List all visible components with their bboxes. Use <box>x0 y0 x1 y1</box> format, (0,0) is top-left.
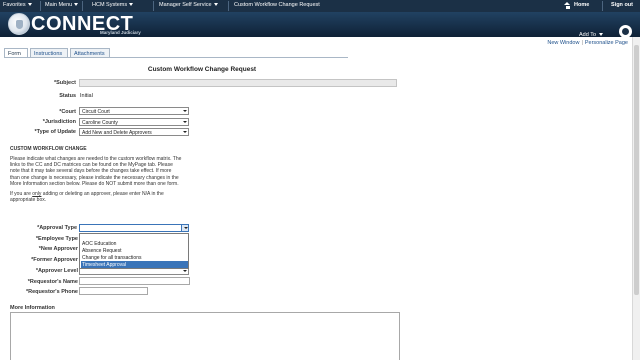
court-select-value: Circuit Court <box>82 109 110 115</box>
employee-type-label: *Employee Type <box>35 236 78 242</box>
jurisdiction-select-value: Caroline County <box>82 120 118 126</box>
link-separator: | <box>581 40 583 46</box>
add-to-menu[interactable]: Add To <box>579 32 604 38</box>
dropdown-option[interactable]: AOC Education <box>81 240 188 247</box>
approval-type-label: *Approval Type <box>37 225 77 231</box>
home-link[interactable]: Home <box>574 2 589 8</box>
new-window-link[interactable]: New Window <box>547 40 579 46</box>
new-approver-label: *New Approver <box>38 246 78 252</box>
requestor-phone-label: *Requestor's Phone <box>25 289 78 295</box>
chevron-down-icon <box>74 3 79 7</box>
manager-self-service-label: Manager Self Service <box>159 2 212 8</box>
approver-level-label: *Approver Level <box>35 268 78 274</box>
favorites-label: Favorites <box>3 2 26 8</box>
hcm-systems-label: HCM Systems <box>92 2 128 8</box>
type-of-update-select[interactable]: Add New and Delete Approvers <box>79 128 189 136</box>
na-note-suffix: adding or deleting an approver, please e… <box>41 191 164 197</box>
chevron-down-icon <box>27 3 32 7</box>
na-note-paragraph: If you are only adding or deleting an ap… <box>10 191 200 203</box>
court-label: *Court <box>59 109 76 115</box>
jurisdiction-label: *Jurisdiction <box>42 119 76 125</box>
chevron-down-icon <box>213 3 218 7</box>
dropdown-option[interactable]: Absence Request <box>81 247 188 254</box>
approval-type-dropdown[interactable]: AOC Education Absence Request Change for… <box>79 233 189 269</box>
chevron-down-icon[interactable] <box>181 119 188 125</box>
nav-divider <box>82 1 83 11</box>
na-note-prefix: If you are <box>10 191 33 197</box>
app-banner: CONNECT Maryland Judiciary Add To NavBar <box>0 12 640 47</box>
sign-out-link[interactable]: Sign out <box>611 2 633 8</box>
nav-divider <box>153 1 154 11</box>
tab-underline <box>4 57 348 58</box>
na-note-line: appropriate box. <box>10 197 47 204</box>
scrollbar-thumb[interactable] <box>634 45 639 295</box>
vertical-scrollbar[interactable] <box>632 37 640 360</box>
nav-divider <box>40 1 41 11</box>
page-root: Favorites Main Menu HCM Systems Manager … <box>0 0 640 360</box>
chevron-down-icon <box>129 3 134 7</box>
main-menu-label: Main Menu <box>45 2 73 8</box>
breadcrumb-hcm-systems[interactable]: HCM Systems <box>92 2 134 8</box>
top-navigation-bar: Favorites Main Menu HCM Systems Manager … <box>0 0 640 12</box>
chevron-down-icon <box>599 33 604 37</box>
chevron-down-icon[interactable] <box>181 225 188 231</box>
subject-label: *Subject <box>53 80 76 86</box>
requestor-phone-field[interactable] <box>79 287 148 295</box>
dropdown-option[interactable]: Change for all transactions <box>81 254 188 261</box>
nav-divider <box>602 1 603 11</box>
page-title: Custom Workflow Change Request <box>147 66 257 73</box>
personalize-page-link[interactable]: Personalize Page <box>585 40 628 46</box>
subject-field[interactable] <box>79 79 397 87</box>
court-select[interactable]: Circuit Court <box>79 107 189 115</box>
nav-divider <box>228 1 229 11</box>
requestor-name-label: *Requestor's Name <box>27 279 78 285</box>
dropdown-option-selected[interactable]: Timesheet Approval <box>81 261 188 268</box>
chevron-down-icon[interactable] <box>181 129 188 135</box>
breadcrumb-manager-self-service[interactable]: Manager Self Service <box>159 2 218 8</box>
add-to-label: Add To <box>579 32 597 38</box>
section-heading: CUSTOM WORKFLOW CHANGE <box>10 146 87 152</box>
chevron-down-icon[interactable] <box>181 108 188 114</box>
requestor-name-field[interactable] <box>79 277 190 285</box>
navbar-compass-icon[interactable] <box>619 25 632 38</box>
favorites-menu[interactable]: Favorites <box>3 2 32 8</box>
breadcrumb-current: Custom Workflow Change Request <box>234 2 320 8</box>
main-menu[interactable]: Main Menu <box>45 2 79 8</box>
logo-subtitle: Maryland Judiciary <box>100 30 141 35</box>
status-label: Status <box>59 93 76 99</box>
page-links: New Window | Personalize Page <box>547 40 628 46</box>
instructions-line: More Information section below. Please d… <box>10 180 179 187</box>
approval-type-select[interactable] <box>79 224 189 232</box>
maryland-seal-logo <box>8 13 30 35</box>
instructions-paragraph: Please indicate what changes are needed … <box>10 156 200 187</box>
jurisdiction-select[interactable]: Caroline County <box>79 118 189 126</box>
instructions-line: than one change is necessary, please ind… <box>10 174 179 181</box>
status-value: Initial <box>80 93 93 99</box>
type-of-update-label: *Type of Update <box>34 129 76 135</box>
home-icon[interactable] <box>564 2 571 9</box>
more-information-label: More Information <box>10 305 55 311</box>
more-information-textarea[interactable] <box>10 312 400 360</box>
type-of-update-value: Add New and Delete Approvers <box>82 130 152 136</box>
former-approver-label: *Former Approver <box>31 257 78 263</box>
